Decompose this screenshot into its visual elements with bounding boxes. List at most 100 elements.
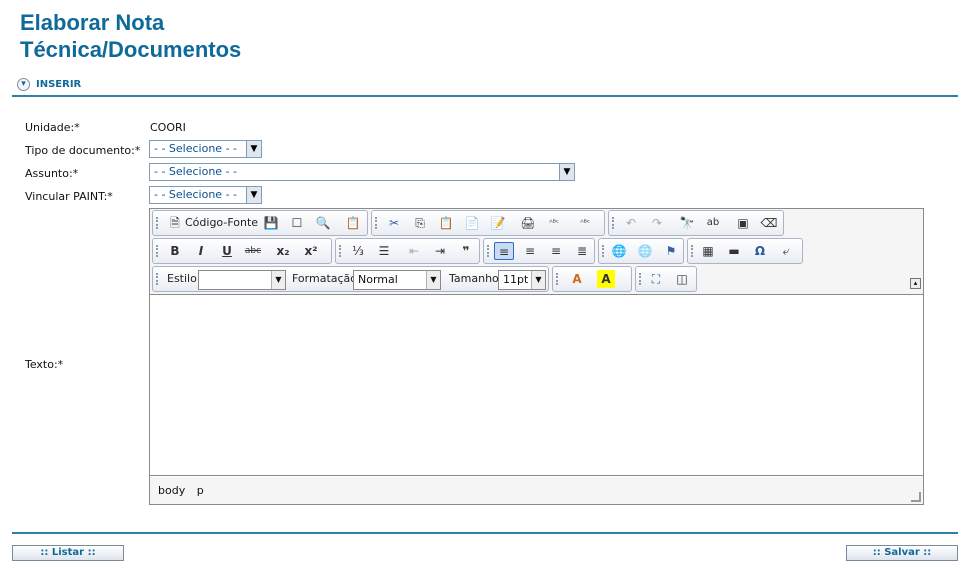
editor-toolbar: 🗎 Código-Fonte 💾 ☐ 🔍 📋 ✂ ⎘ 📋 📄 📝 🖨 ᴬᴮᶜ ᴬ…	[150, 209, 923, 295]
blockquote-icon[interactable]: ❞	[456, 242, 476, 260]
section-label: INSERIR	[36, 79, 82, 90]
salvar-button[interactable]: :: Salvar ::	[846, 545, 958, 561]
assunto-value: - - Selecione - -	[154, 165, 238, 178]
maximize-icon[interactable]: ⛶	[646, 270, 666, 288]
page-title: Elaborar Nota Técnica/Documentos	[20, 9, 241, 63]
collapse-toolbar-icon[interactable]: ▴	[910, 278, 921, 289]
outdent-icon[interactable]: ⇤	[404, 242, 424, 260]
path-p-link[interactable]: p	[197, 484, 204, 497]
toolbar-group-styles: Estilo ▼ Formatação Normal ▼ Tamanho 11p…	[152, 266, 549, 292]
chevron-down-icon: ▼	[246, 187, 261, 203]
toolbar-group-paragraph: ⅓ ☰ ⇤ ⇥ ❞	[335, 238, 480, 264]
toolbar-group-clipboard: ✂ ⎘ 📋 📄 📝 🖨 ᴬᴮᶜ ᴬᴮᶜ	[371, 210, 605, 236]
templates-icon[interactable]: 📋	[343, 214, 363, 232]
toolbar-group-align: ≡ ≡ ≡ ≣	[483, 238, 595, 264]
toolbar-group-links: 🌐 🌐 ⚑	[598, 238, 684, 264]
page-break-icon[interactable]: ⤶	[776, 242, 796, 260]
background-color-icon[interactable]: A	[597, 270, 615, 288]
assunto-select[interactable]: - - Selecione - - ▼	[149, 163, 575, 181]
new-page-icon[interactable]: ☐	[287, 214, 307, 232]
align-right-icon[interactable]: ≡	[546, 242, 566, 260]
tipo-documento-label: Tipo de documento:*	[25, 144, 141, 157]
chevron-down-icon: ▼	[426, 271, 440, 289]
redo-icon[interactable]: ↷	[647, 214, 667, 232]
unlink-icon[interactable]: 🌐	[635, 242, 655, 260]
scayt-icon[interactable]: ᴬᴮᶜ	[572, 214, 598, 232]
source-icon[interactable]: 🗎	[165, 214, 185, 232]
superscript-icon[interactable]: x²	[301, 242, 321, 260]
chevron-down-icon: ▼	[271, 271, 285, 289]
align-left-icon[interactable]: ≡	[494, 242, 514, 260]
table-icon[interactable]: ▦	[698, 242, 718, 260]
link-icon[interactable]: 🌐	[609, 242, 629, 260]
select-all-icon[interactable]: ▣	[733, 214, 753, 232]
estilo-combo[interactable]: ▼	[198, 270, 286, 290]
paste-text-icon[interactable]: 📄	[462, 214, 482, 232]
formatacao-combo[interactable]: Normal ▼	[353, 270, 441, 290]
footer-divider	[12, 532, 958, 534]
unidade-value: COORI	[150, 121, 186, 134]
spellcheck-icon[interactable]: ᴬᴮᶜ	[544, 214, 564, 232]
formatacao-label: Formatação	[292, 272, 358, 285]
chevron-down-icon: ▼	[531, 271, 545, 289]
strikethrough-icon[interactable]: abc	[243, 242, 263, 260]
align-center-icon[interactable]: ≡	[520, 242, 540, 260]
element-path-bar: body p	[150, 477, 923, 504]
vincular-paint-select[interactable]: - - Selecione - - ▼	[149, 186, 262, 204]
toolbar-group-colors: A A	[552, 266, 632, 292]
paste-icon[interactable]: 📋	[436, 214, 456, 232]
tipo-documento-value: - - Selecione - -	[154, 142, 238, 155]
tamanho-value: 11pt	[503, 273, 529, 286]
underline-icon[interactable]: U	[217, 242, 237, 260]
undo-icon[interactable]: ↶	[621, 214, 641, 232]
resize-handle-icon[interactable]	[911, 492, 921, 502]
replace-icon[interactable]: ab	[703, 214, 723, 232]
print-icon[interactable]: 🖨	[518, 214, 538, 232]
text-color-icon[interactable]: A	[563, 270, 591, 288]
source-button-label[interactable]: Código-Fonte	[185, 216, 258, 229]
bold-icon[interactable]: B	[165, 242, 185, 260]
align-justify-icon[interactable]: ≣	[572, 242, 592, 260]
estilo-label: Estilo	[167, 272, 197, 285]
anchor-icon[interactable]: ⚑	[661, 242, 681, 260]
toolbar-group-document: 🗎 Código-Fonte 💾 ☐ 🔍 📋	[152, 210, 368, 236]
horizontal-rule-icon[interactable]: ▬	[724, 242, 744, 260]
collapse-toggle-icon[interactable]: ▾	[17, 78, 30, 91]
tamanho-label: Tamanho	[449, 272, 499, 285]
subscript-icon[interactable]: x₂	[273, 242, 293, 260]
assunto-label: Assunto:*	[25, 167, 79, 180]
show-blocks-icon[interactable]: ◫	[672, 270, 692, 288]
vincular-paint-label: Vincular PAINT:*	[25, 190, 113, 203]
tipo-documento-select[interactable]: - - Selecione - - ▼	[149, 140, 262, 158]
page-title-line1: Elaborar Nota	[20, 10, 165, 35]
save-icon[interactable]: 💾	[261, 214, 281, 232]
chevron-down-icon: ▼	[559, 164, 574, 180]
toolbar-group-basicstyles: B I U abc x₂ x²	[152, 238, 332, 264]
listar-button[interactable]: :: Listar ::	[12, 545, 124, 561]
formatacao-value: Normal	[358, 273, 398, 286]
italic-icon[interactable]: I	[191, 242, 211, 260]
toolbar-group-tools: ⛶ ◫	[635, 266, 697, 292]
indent-icon[interactable]: ⇥	[430, 242, 450, 260]
toolbar-group-insert: ▦ ▬ Ω ⤶	[687, 238, 803, 264]
tamanho-combo[interactable]: 11pt ▼	[498, 270, 546, 290]
unidade-label: Unidade:*	[25, 121, 80, 134]
rich-text-editor: 🗎 Código-Fonte 💾 ☐ 🔍 📋 ✂ ⎘ 📋 📄 📝 🖨 ᴬᴮᶜ ᴬ…	[149, 208, 924, 505]
page-title-line2: Técnica/Documentos	[20, 37, 242, 62]
cut-icon[interactable]: ✂	[384, 214, 404, 232]
remove-format-icon[interactable]: ⌫	[759, 214, 779, 232]
editor-content-area[interactable]	[150, 295, 923, 476]
bulleted-list-icon[interactable]: ☰	[374, 242, 394, 260]
special-char-icon[interactable]: Ω	[750, 242, 770, 260]
find-icon[interactable]: 🔭	[677, 214, 697, 232]
path-body-link[interactable]: body	[158, 484, 185, 497]
chevron-down-icon: ▼	[246, 141, 261, 157]
toolbar-group-editing: ↶ ↷ 🔭 ab ▣ ⌫	[608, 210, 784, 236]
texto-label: Texto:*	[25, 358, 64, 371]
section-header-inserir: ▾ INSERIR	[12, 77, 958, 97]
numbered-list-icon[interactable]: ⅓	[348, 242, 368, 260]
paste-word-icon[interactable]: 📝	[488, 214, 508, 232]
vincular-paint-value: - - Selecione - -	[154, 188, 238, 201]
copy-icon[interactable]: ⎘	[410, 214, 430, 232]
preview-icon[interactable]: 🔍	[313, 214, 333, 232]
